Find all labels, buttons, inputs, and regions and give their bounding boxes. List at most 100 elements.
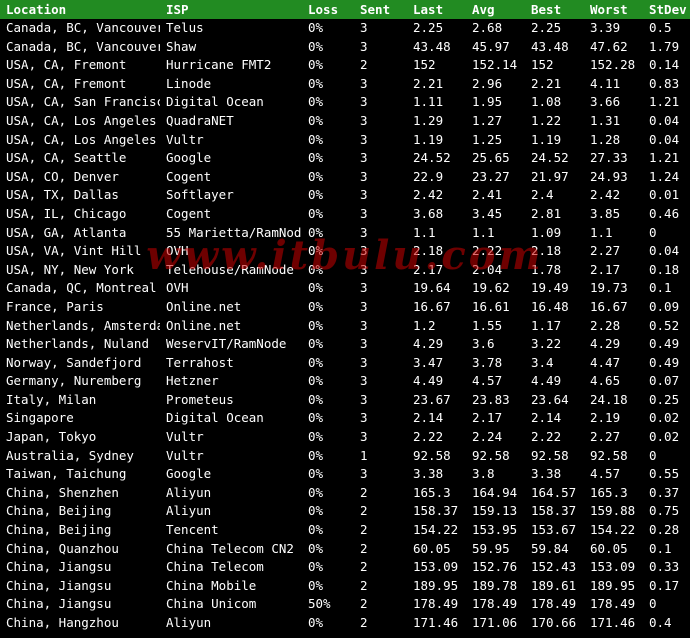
cell-best: 2.18	[531, 243, 562, 259]
cell-avg: 19.62	[472, 280, 510, 296]
cell-worst: 3.66	[590, 94, 621, 110]
cell-location: China, Jiangsu	[6, 577, 112, 593]
cell-best: 1.19	[531, 131, 562, 147]
table-row: China, Jiangsu China Unicom 50% 2 178.49 178.…	[0, 595, 690, 614]
cell-stdev: 0.01	[649, 187, 680, 203]
cell-worst: 2.27	[590, 243, 621, 259]
cell-last: 158.37	[413, 503, 459, 519]
cell-best: 158.37	[531, 503, 577, 519]
cell-sent: 3	[360, 466, 368, 482]
table-row: Germany, Nuremberg Hetzner 0% 3 4.49 4.57 4.49…	[0, 372, 690, 391]
cell-loss: 0%	[308, 559, 324, 575]
cell-sent: 3	[360, 243, 368, 259]
cell-loss: 0%	[308, 298, 324, 314]
cell-isp: China Mobile	[166, 577, 257, 593]
cell-worst: 159.88	[590, 503, 636, 519]
cell-last: 3.38	[413, 466, 444, 482]
cell-sent: 2	[360, 615, 368, 630]
cell-isp: Cogent	[166, 205, 212, 221]
header-stdev: StDev	[649, 2, 687, 17]
cell-location: France, Paris	[6, 298, 104, 314]
cell-avg: 3.78	[472, 354, 503, 370]
cell-last: 1.1	[413, 224, 436, 240]
cell-location: China, Quanzhou	[6, 540, 119, 556]
cell-location: China, Beijing	[6, 503, 112, 519]
header-sent: Sent	[360, 2, 391, 17]
cell-isp: Online.net	[166, 298, 242, 314]
cell-best: 152.43	[531, 559, 577, 575]
cell-isp: Softlayer	[166, 187, 234, 203]
cell-location: Singapore	[6, 410, 74, 426]
cell-last: 189.95	[413, 577, 459, 593]
cell-avg: 159.13	[472, 503, 518, 519]
cell-isp: OVH	[166, 243, 189, 259]
cell-loss: 0%	[308, 38, 324, 54]
table-row: China, Hangzhou Aliyun 0% 2 171.46 171.06 170.…	[0, 614, 690, 633]
cell-isp: Cogent	[166, 168, 212, 184]
cell-avg: 92.58	[472, 447, 510, 463]
cell-worst: 27.33	[590, 150, 628, 166]
cell-stdev: 0.02	[649, 429, 680, 445]
cell-loss: 0%	[308, 336, 324, 352]
cell-stdev: 0.28	[649, 522, 680, 538]
cell-loss: 50%	[308, 596, 331, 612]
cell-best: 19.49	[531, 280, 569, 296]
table-row: China, Beijing Tencent 0% 2 154.22 153.95 153.…	[0, 521, 690, 540]
table-row: Norway, Sandefjord Terrahost 0% 3 3.47 3.78 3.…	[0, 354, 690, 373]
cell-sent: 3	[360, 75, 368, 91]
cell-best: 23.64	[531, 391, 569, 407]
cell-sent: 2	[360, 540, 368, 556]
cell-sent: 3	[360, 261, 368, 277]
cell-stdev: 0.04	[649, 243, 680, 259]
cell-worst: 4.11	[590, 75, 621, 91]
cell-best: 3.38	[531, 466, 562, 482]
cell-stdev: 0.55	[649, 466, 680, 482]
cell-loss: 0%	[308, 503, 324, 519]
cell-stdev: 0	[649, 224, 657, 240]
cell-loss: 0%	[308, 410, 324, 426]
cell-avg: 2.41	[472, 187, 503, 203]
cell-worst: 60.05	[590, 540, 628, 556]
cell-avg: 189.78	[472, 577, 518, 593]
cell-loss: 0%	[308, 577, 324, 593]
table-row: USA, TX, Dallas Softlayer 0% 3 2.42 2.41 2.4 2.…	[0, 186, 690, 205]
cell-worst: 1.28	[590, 131, 621, 147]
header-isp: ISP	[166, 2, 189, 17]
cell-sent: 2	[360, 559, 368, 575]
cell-isp: China Unicom	[166, 596, 257, 612]
cell-sent: 2	[360, 596, 368, 612]
cell-location: Taiwan, Taichung	[6, 466, 127, 482]
cell-location: USA, CA, Fremont	[6, 75, 127, 91]
cell-isp: China Telecom	[166, 559, 264, 575]
cell-isp: Shaw	[166, 38, 197, 54]
cell-worst: 4.65	[590, 373, 621, 389]
cell-last: 3.68	[413, 205, 444, 221]
cell-last: 2.21	[413, 75, 444, 91]
cell-avg: 1.55	[472, 317, 503, 333]
table-row: Taiwan, Taichung Google 0% 3 3.38 3.8 3.38 4.57…	[0, 465, 690, 484]
cell-worst: 2.28	[590, 317, 621, 333]
cell-stdev: 0.1	[649, 280, 672, 296]
cell-location: China, Shenzhen	[6, 484, 119, 500]
cell-worst: 3.39	[590, 20, 621, 35]
table-row: China, Jiangsu China Telecom 0% 2 153.09 152.…	[0, 558, 690, 577]
cell-best: 59.84	[531, 540, 569, 556]
cell-last: 2.14	[413, 410, 444, 426]
cell-sent: 3	[360, 112, 368, 128]
cell-worst: 2.42	[590, 187, 621, 203]
cell-isp: 55 Marietta/RamNode	[166, 224, 302, 240]
cell-best: 2.81	[531, 205, 562, 221]
cell-avg: 4.57	[472, 373, 503, 389]
cell-loss: 0%	[308, 75, 324, 91]
cell-avg: 3.6	[472, 336, 495, 352]
cell-location: Italy, Milan	[6, 391, 97, 407]
cell-avg: 171.06	[472, 615, 518, 630]
cell-loss: 0%	[308, 615, 324, 630]
cell-location: USA, IL, Chicago	[6, 205, 127, 221]
cell-last: 2.25	[413, 20, 444, 35]
cell-best: 92.58	[531, 447, 569, 463]
cell-stdev: 1.24	[649, 168, 680, 184]
cell-sent: 3	[360, 317, 368, 333]
cell-last: 1.11	[413, 94, 444, 110]
cell-sent: 3	[360, 168, 368, 184]
